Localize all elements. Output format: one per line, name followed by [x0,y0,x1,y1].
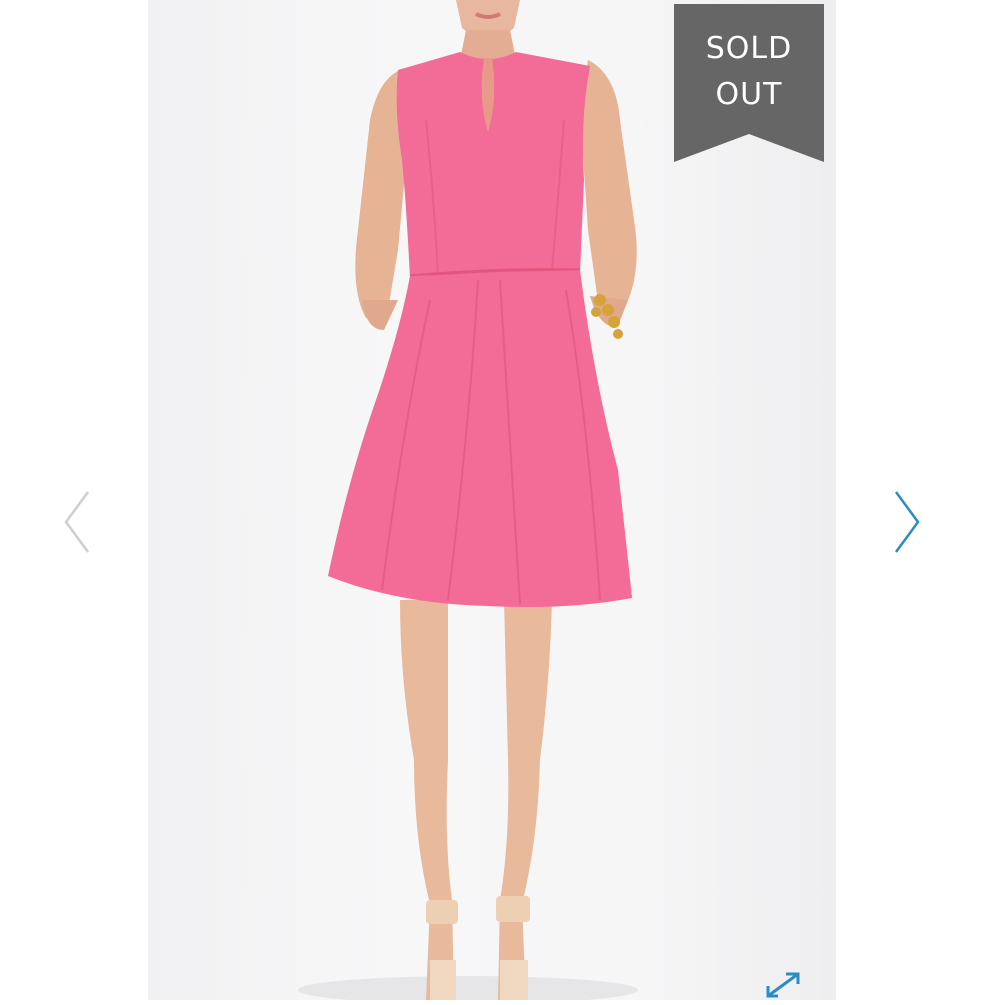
chevron-right-icon [894,491,920,553]
sold-out-label: SOLD OUT [674,26,824,118]
expand-icon [766,972,800,998]
sold-out-line-1: SOLD [705,31,793,66]
chevron-left-icon [64,491,90,553]
expand-image-button[interactable] [760,968,806,1000]
next-image-button[interactable] [888,482,928,562]
sold-out-badge: SOLD OUT [674,4,824,162]
product-image-gallery: SOLD OUT [0,0,1000,1000]
sold-out-line-2: OUT [715,77,783,112]
previous-image-button[interactable] [56,482,96,562]
